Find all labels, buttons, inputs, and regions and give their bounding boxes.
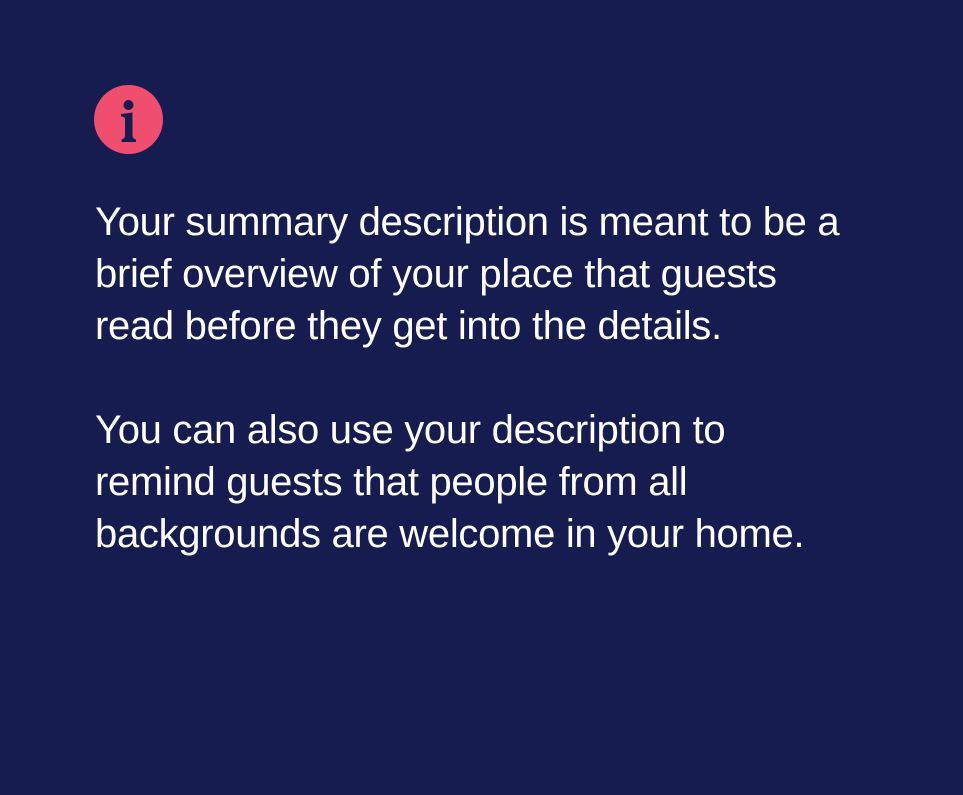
tip-text: Your summary description is meant to be … (95, 196, 855, 560)
info-icon (94, 85, 163, 154)
tip-paragraph-summary: Your summary description is meant to be … (95, 200, 840, 348)
info-icon-glyph (121, 100, 136, 142)
info-tip-panel: Your summary description is meant to be … (0, 0, 963, 795)
tip-paragraph-welcome: You can also use your description to rem… (95, 408, 805, 556)
